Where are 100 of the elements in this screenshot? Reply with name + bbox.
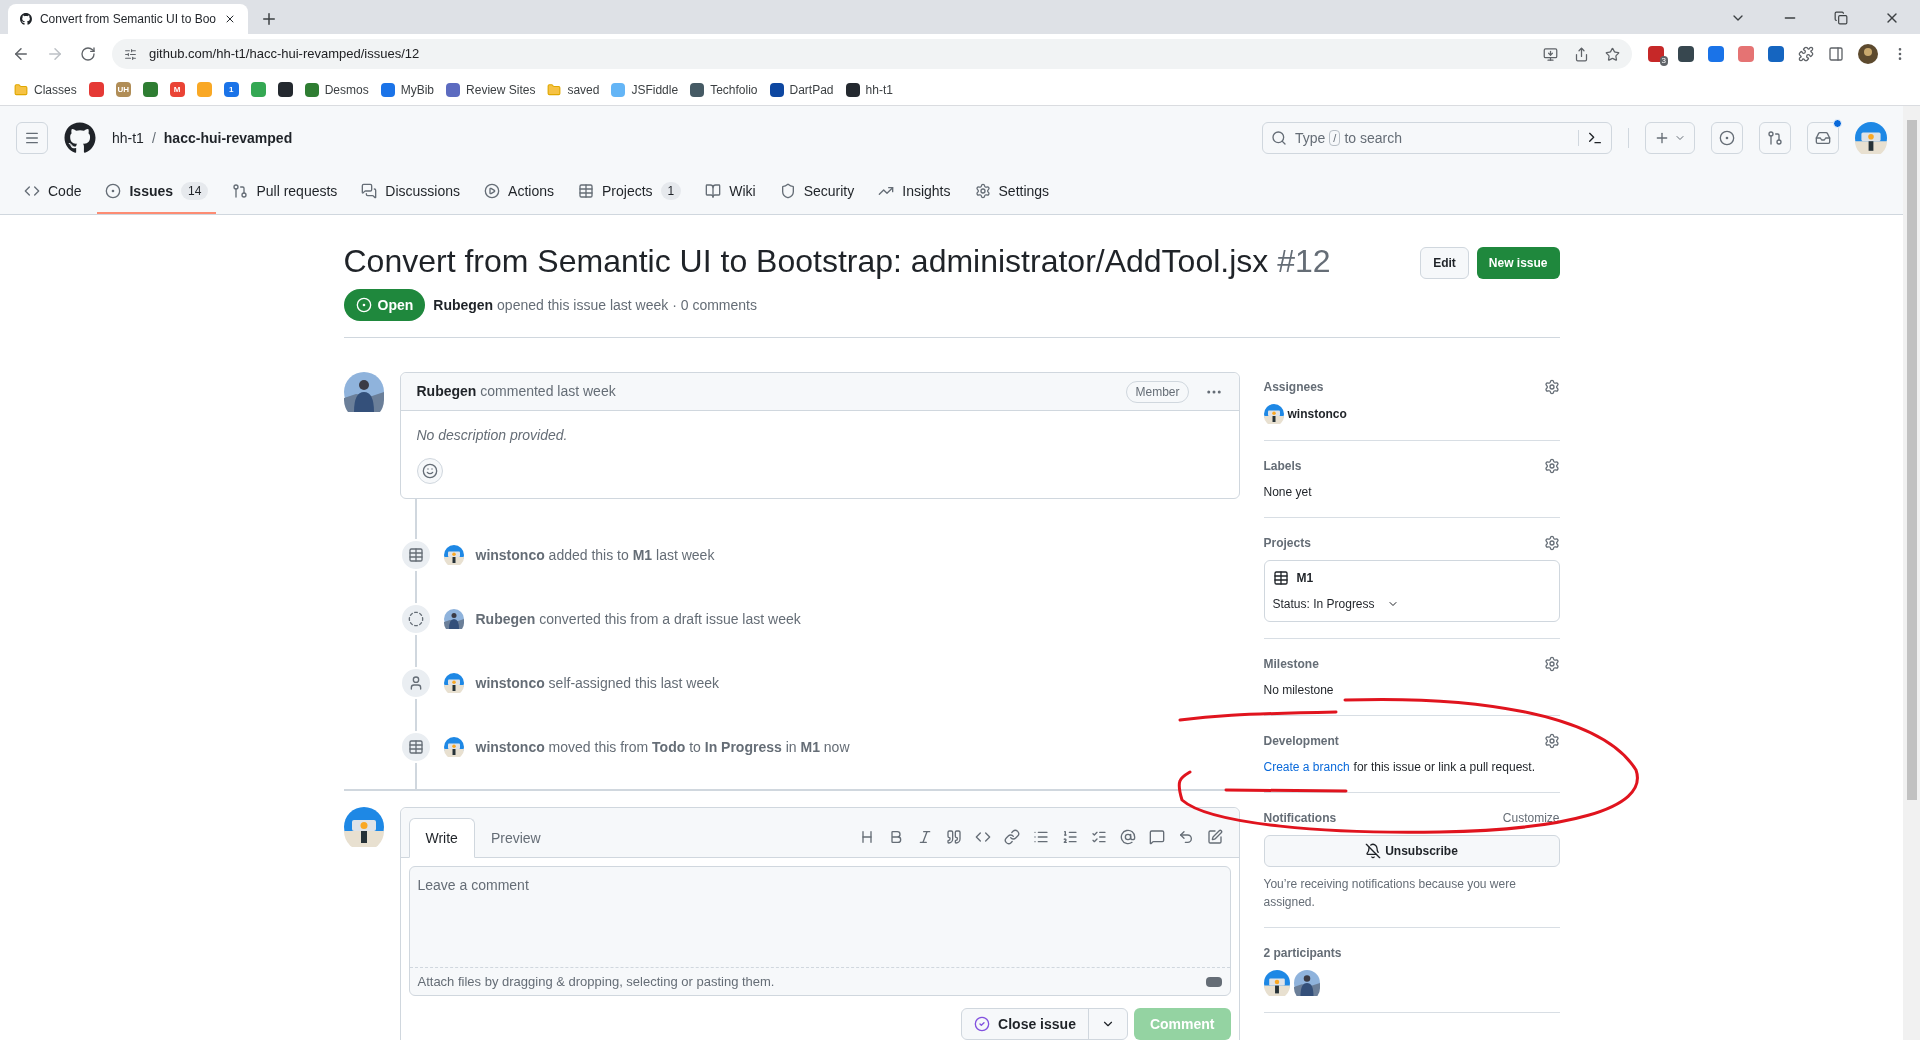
avatar	[343, 807, 384, 847]
bookmark-star-icon[interactable]	[1605, 46, 1620, 62]
bookmark[interactable]: Classes	[8, 77, 83, 102]
bookmark-icon[interactable]: M	[169, 82, 185, 97]
check-circle-icon	[974, 1016, 991, 1032]
pull-request-icon	[1767, 130, 1783, 146]
bookmark[interactable]: MyBib	[374, 77, 441, 102]
extension-icon[interactable]	[1678, 46, 1694, 62]
status-dropdown[interactable]: Status: In Progress	[1272, 595, 1551, 613]
browser-tab[interactable]: Convert from Semantic UI to Boo	[8, 4, 248, 34]
pull-requests-button[interactable]	[1759, 122, 1791, 154]
undo-icon[interactable]	[1177, 829, 1194, 845]
repo-tab[interactable]: Pull requests	[224, 170, 346, 214]
task-list-icon[interactable]	[1090, 829, 1107, 845]
settings-icon[interactable]	[1543, 458, 1560, 474]
repo-tab[interactable]: Settings	[966, 170, 1058, 214]
customize-link[interactable]: Customize	[1502, 809, 1560, 827]
link-icon[interactable]	[1003, 829, 1020, 845]
book-icon	[705, 183, 722, 199]
bookmark[interactable]: hh-t1	[839, 77, 899, 102]
repo-tab[interactable]: Discussions	[353, 170, 469, 214]
settings-icon[interactable]	[1543, 656, 1560, 672]
issue-meta: Rubegen opened this issue last week · 0 comments	[433, 295, 757, 315]
share-icon[interactable]	[1574, 46, 1589, 62]
count-badge: 14	[181, 182, 209, 200]
unsubscribe-button[interactable]: Unsubscribe	[1263, 835, 1560, 867]
edit-button[interactable]: Edit	[1420, 247, 1469, 279]
bookmark[interactable]: DartPad	[763, 77, 840, 102]
event-text: winstonco added this to M1 last week	[475, 545, 715, 565]
section-heading: Labels	[1263, 458, 1302, 475]
restore-icon[interactable]	[1834, 11, 1848, 25]
settings-icon[interactable]	[1543, 535, 1560, 551]
bullet-list-icon[interactable]	[1032, 829, 1049, 845]
event-text: winstonco self-assigned this last week	[475, 673, 720, 693]
mention-icon[interactable]	[1119, 829, 1136, 845]
owner-link[interactable]: hh-t1	[112, 127, 144, 149]
extensions-icon[interactable]	[1798, 46, 1814, 62]
avatar	[1293, 970, 1320, 996]
profile-avatar[interactable]	[1858, 44, 1878, 64]
address-bar[interactable]: github.com/hh-t1/hacc-hui-revamped/issues/12	[112, 39, 1632, 69]
bookmark-icon[interactable]	[277, 82, 293, 97]
side-panel-icon[interactable]	[1828, 46, 1844, 62]
back-icon[interactable]	[12, 45, 30, 63]
repo-link[interactable]: hacc-hui-revamped	[163, 127, 293, 149]
shield-icon	[779, 183, 796, 199]
command-palette-icon[interactable]	[1587, 130, 1603, 146]
bell-off-icon	[1365, 843, 1382, 859]
settings-icon[interactable]	[1543, 733, 1560, 749]
quote-icon[interactable]	[945, 829, 962, 845]
edit-icon[interactable]	[1206, 829, 1223, 845]
event-text: winstonco moved this from Todo to In Progress in M1 now	[475, 737, 850, 757]
inbox-button[interactable]	[1807, 122, 1839, 154]
repo-tab[interactable]: Actions	[476, 170, 562, 214]
settings-icon[interactable]	[1543, 379, 1560, 395]
dashed-circle-icon	[407, 611, 424, 627]
github-logo[interactable]	[64, 122, 96, 154]
bookmark-icon[interactable]: 1	[223, 82, 239, 97]
issues-button[interactable]	[1711, 122, 1743, 154]
bookmark[interactable]: Review Sites	[440, 77, 542, 102]
reaction-button[interactable]	[416, 458, 443, 484]
new-issue-button[interactable]: New issue	[1476, 247, 1560, 279]
table-icon	[407, 547, 424, 563]
repo-tab[interactable]: Issues 14	[97, 170, 217, 214]
assignee-link[interactable]: winstonco	[1287, 405, 1347, 423]
comment-field[interactable]: Leave a comment Attach files by dragging & dropping, selecting or pasting them.	[408, 866, 1231, 996]
status-badge: Open	[343, 289, 426, 321]
folder-icon	[14, 82, 28, 97]
repo-tab[interactable]: Security	[771, 170, 863, 214]
avatar	[443, 545, 464, 565]
extension-icon[interactable]	[1708, 46, 1724, 62]
extension-badge: 3	[1659, 56, 1668, 66]
code-icon[interactable]	[974, 829, 991, 845]
search-field[interactable]: Type / to search	[1262, 122, 1612, 154]
bookmark[interactable]: Techfolio	[684, 77, 764, 102]
repo-tab[interactable]: Wiki	[697, 170, 764, 214]
bookmark[interactable]: JSFiddle	[605, 77, 685, 102]
editor-tab[interactable]: Preview	[474, 818, 557, 858]
new-tab-icon[interactable]	[260, 10, 278, 28]
github-icon	[20, 12, 32, 26]
reload-icon[interactable]	[80, 46, 96, 62]
create-button[interactable]	[1645, 122, 1695, 154]
repo-tab[interactable]: Code	[16, 170, 90, 214]
extension-icon[interactable]	[1768, 46, 1784, 62]
editor-tab[interactable]: Write	[408, 818, 475, 858]
numbered-list-icon[interactable]	[1061, 829, 1078, 845]
repo-tab[interactable]: Projects 1	[570, 170, 690, 214]
bookmark[interactable]: Desmos	[298, 77, 375, 102]
reference-icon[interactable]	[1148, 829, 1165, 845]
count-badge: 1	[660, 182, 682, 200]
comment-textarea[interactable]: Leave a comment	[409, 867, 1230, 967]
play-icon	[484, 183, 501, 199]
site-info-icon[interactable]	[124, 47, 137, 61]
open-icon	[355, 297, 372, 313]
repo-tab[interactable]: Insights	[870, 170, 959, 214]
search-hint: Type / to search	[1295, 128, 1402, 148]
create-branch-link[interactable]: Create a branch	[1263, 758, 1350, 776]
install-icon[interactable]	[1543, 46, 1558, 62]
menu-button[interactable]	[16, 122, 48, 154]
bookmark[interactable]: saved	[541, 77, 606, 102]
project-name[interactable]: M1	[1296, 569, 1314, 587]
